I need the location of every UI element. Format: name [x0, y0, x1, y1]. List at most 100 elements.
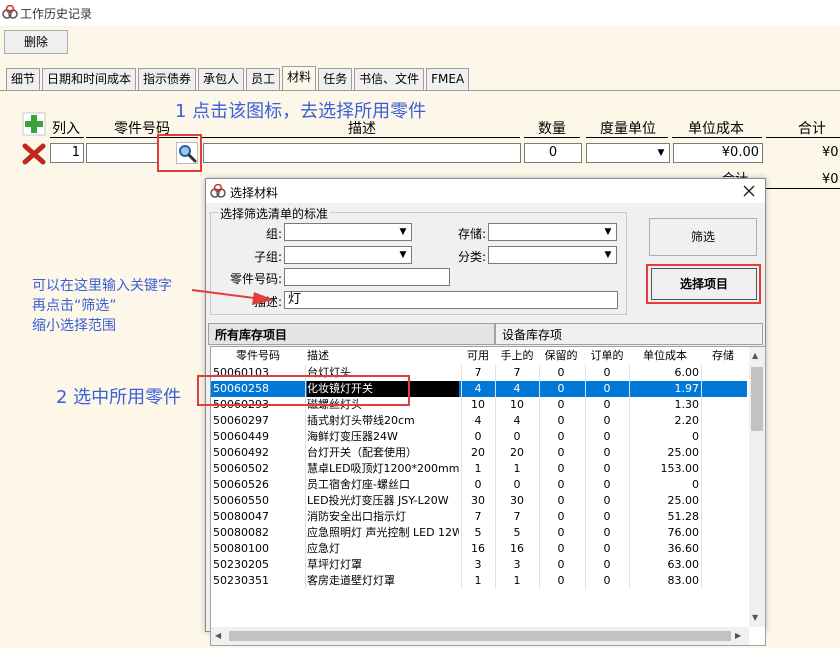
cell-cost: 1.30	[674, 398, 700, 411]
grid-line	[305, 445, 306, 461]
close-icon[interactable]	[742, 184, 756, 198]
add-icon[interactable]	[22, 112, 46, 136]
grid-line	[701, 573, 702, 589]
cell-cost: 2.20	[674, 414, 700, 427]
grid-col-header[interactable]: 手上的	[497, 347, 537, 363]
grid-col-header[interactable]: 保留的	[541, 347, 581, 363]
table-row[interactable]: 50080047 消防安全出口指示灯 7 7 0 0 51.28	[211, 509, 747, 525]
cell-avail: 30	[471, 494, 485, 507]
cell-cost: 6.00	[674, 366, 700, 379]
vertical-scrollbar[interactable]: ▲ ▼	[749, 347, 765, 627]
cell-ordered: 0	[603, 446, 611, 459]
header-total: 合计	[798, 121, 826, 137]
lookup-search-icon[interactable]	[176, 142, 198, 164]
tab-2[interactable]: 指示债券	[138, 68, 197, 90]
header-col-in: 列入	[52, 121, 80, 137]
grid-line	[305, 461, 306, 477]
grid-col-header[interactable]: 描述	[307, 347, 459, 363]
table-row[interactable]: 50060502 慧卓LED吸顶灯1200*200mm 1 1 0 0 153.00	[211, 461, 747, 477]
table-row[interactable]: 50080082 应急照明灯 声光控制 LED 12W 5 5 0 0 76.00	[211, 525, 747, 541]
group-select[interactable]: ▼	[284, 223, 412, 241]
desc-field[interactable]	[203, 143, 521, 163]
grid-line	[629, 525, 630, 541]
chevron-down-icon: ▼	[399, 227, 407, 237]
horizontal-scrollbar[interactable]: ◀ ▶	[211, 627, 749, 645]
grid-col-header[interactable]: 存储	[703, 347, 743, 363]
grid-line	[701, 461, 702, 477]
grid-line	[461, 461, 462, 477]
scroll-left-icon[interactable]: ◀	[215, 631, 221, 640]
cell-onhand: 3	[513, 558, 521, 571]
grid-line	[305, 413, 306, 429]
tab-3[interactable]: 承包人	[198, 68, 245, 90]
cell-ordered: 0	[603, 494, 611, 507]
tab-5[interactable]: 材料	[282, 66, 317, 90]
cell-onhand: 20	[510, 446, 524, 459]
grid-line	[461, 509, 462, 525]
tab-1[interactable]: 日期和时间成本	[42, 68, 137, 90]
annotation-highlight-row	[197, 375, 410, 406]
subgroup-select[interactable]: ▼	[284, 246, 412, 264]
table-row[interactable]: 50060492 台灯开关（配套使用） 20 20 0 0 25.00	[211, 445, 747, 461]
criteria-title: 选择筛选清单的标准	[218, 205, 331, 222]
storage-select[interactable]: ▼	[488, 223, 617, 241]
tab-equipment-inventory[interactable]: 设备库存项	[495, 323, 763, 345]
table-row[interactable]: 50230205 草坪灯灯罩 3 3 0 0 63.00	[211, 557, 747, 573]
tab-6[interactable]: 任务	[318, 68, 353, 90]
grid-line	[585, 557, 586, 573]
delete-button[interactable]: 删除	[4, 30, 68, 54]
grid-line	[461, 477, 462, 493]
annotation-arrow-icon	[191, 289, 274, 305]
grid-line	[701, 365, 702, 381]
unit-select[interactable]: ▼	[586, 143, 670, 163]
delete-row-icon[interactable]	[22, 143, 46, 165]
grid-line	[701, 445, 702, 461]
grid-line	[629, 365, 630, 381]
part-no-field[interactable]	[86, 143, 158, 163]
tab-7[interactable]: 书信、文件	[354, 68, 425, 90]
desc-filter-input[interactable]: 灯	[284, 291, 618, 309]
header-unit: 度量单位	[600, 121, 656, 137]
grid-line	[539, 477, 540, 493]
cell-part: 50230205	[213, 558, 269, 571]
grid-line	[495, 429, 496, 445]
table-row[interactable]: 50060526 员工宿舍灯座-螺丝口 0 0 0 0 0	[211, 477, 747, 493]
grid-col-header[interactable]: 订单的	[587, 347, 627, 363]
app-logo-icon	[2, 5, 18, 19]
grid-line	[539, 541, 540, 557]
scroll-up-icon[interactable]: ▲	[752, 351, 758, 360]
tab-8[interactable]: FMEA	[426, 68, 470, 90]
col-in-field[interactable]: 1	[50, 143, 84, 163]
cell-onhand: 7	[513, 510, 521, 523]
grid-col-header[interactable]: 零件号码	[213, 347, 303, 363]
tab-all-inventory[interactable]: 所有库存项目	[208, 323, 495, 345]
cell-part: 50230351	[213, 574, 269, 587]
unit-cost-field[interactable]: ¥0.00	[673, 143, 763, 163]
header-underline	[586, 137, 668, 138]
cell-avail: 16	[471, 542, 485, 555]
category-select[interactable]: ▼	[488, 246, 617, 264]
table-row[interactable]: 50230351 客房走道壁灯灯罩 1 1 0 0 83.00	[211, 573, 747, 589]
table-row[interactable]: 50060297 插式射灯头带线20cm 4 4 0 0 2.20	[211, 413, 747, 429]
cell-store	[703, 573, 743, 589]
grid-col-header[interactable]: 可用	[463, 347, 493, 363]
scroll-right-icon[interactable]: ▶	[735, 631, 741, 640]
sum-value: ¥0	[822, 172, 839, 187]
grid-line	[495, 413, 496, 429]
scroll-thumb[interactable]	[751, 367, 763, 431]
cell-onhand: 4	[513, 414, 521, 427]
table-row[interactable]: 50060449 海鲜灯变压器24W 0 0 0 0 0	[211, 429, 747, 445]
grid-col-header[interactable]: 单位成本	[631, 347, 699, 363]
filter-button[interactable]: 筛选	[649, 218, 757, 256]
qty-field[interactable]: 0	[524, 143, 582, 163]
tab-0[interactable]: 细节	[6, 68, 41, 90]
scroll-thumb-h[interactable]	[229, 631, 731, 641]
scroll-down-icon[interactable]: ▼	[752, 613, 758, 622]
cell-onhand: 4	[513, 382, 521, 395]
table-row[interactable]: 50080100 应急灯 16 16 0 0 36.60	[211, 541, 747, 557]
table-row[interactable]: 50060550 LED投光灯变压器 JSY-L20W 30 30 0 0 25.00	[211, 493, 747, 509]
tab-4[interactable]: 员工	[246, 68, 281, 90]
select-item-button[interactable]: 选择项目	[651, 268, 757, 300]
cell-store	[703, 477, 743, 493]
part-no-filter-input[interactable]	[284, 268, 450, 286]
